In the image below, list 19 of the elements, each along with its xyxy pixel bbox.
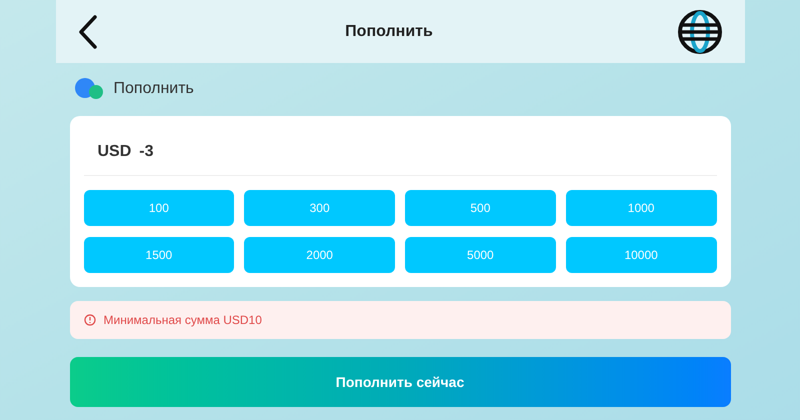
section-title: Пополнить bbox=[114, 79, 194, 99]
submit-button[interactable]: Пополнить сейчас bbox=[70, 357, 730, 407]
amount-field[interactable]: -3 bbox=[139, 140, 340, 164]
dots-icon bbox=[74, 78, 104, 100]
amount-option[interactable]: 500 bbox=[405, 190, 556, 226]
amount-option[interactable]: 300 bbox=[244, 190, 395, 226]
amount-option[interactable]: 100 bbox=[84, 190, 234, 226]
error-message: Минимальная сумма USD10 bbox=[104, 312, 262, 329]
back-icon bbox=[78, 14, 98, 48]
amount-option[interactable]: 10000 bbox=[566, 237, 716, 273]
amount-option[interactable]: 1500 bbox=[84, 237, 234, 273]
page-title: Пополнить bbox=[345, 22, 433, 42]
amount-option[interactable]: 1000 bbox=[566, 190, 716, 226]
amount-option[interactable]: 2000 bbox=[244, 237, 395, 273]
globe-icon bbox=[676, 8, 722, 54]
amount-option[interactable]: 5000 bbox=[405, 237, 556, 273]
language-button[interactable] bbox=[676, 8, 722, 54]
currency-label: USD bbox=[98, 142, 132, 162]
warning-icon bbox=[84, 314, 96, 326]
